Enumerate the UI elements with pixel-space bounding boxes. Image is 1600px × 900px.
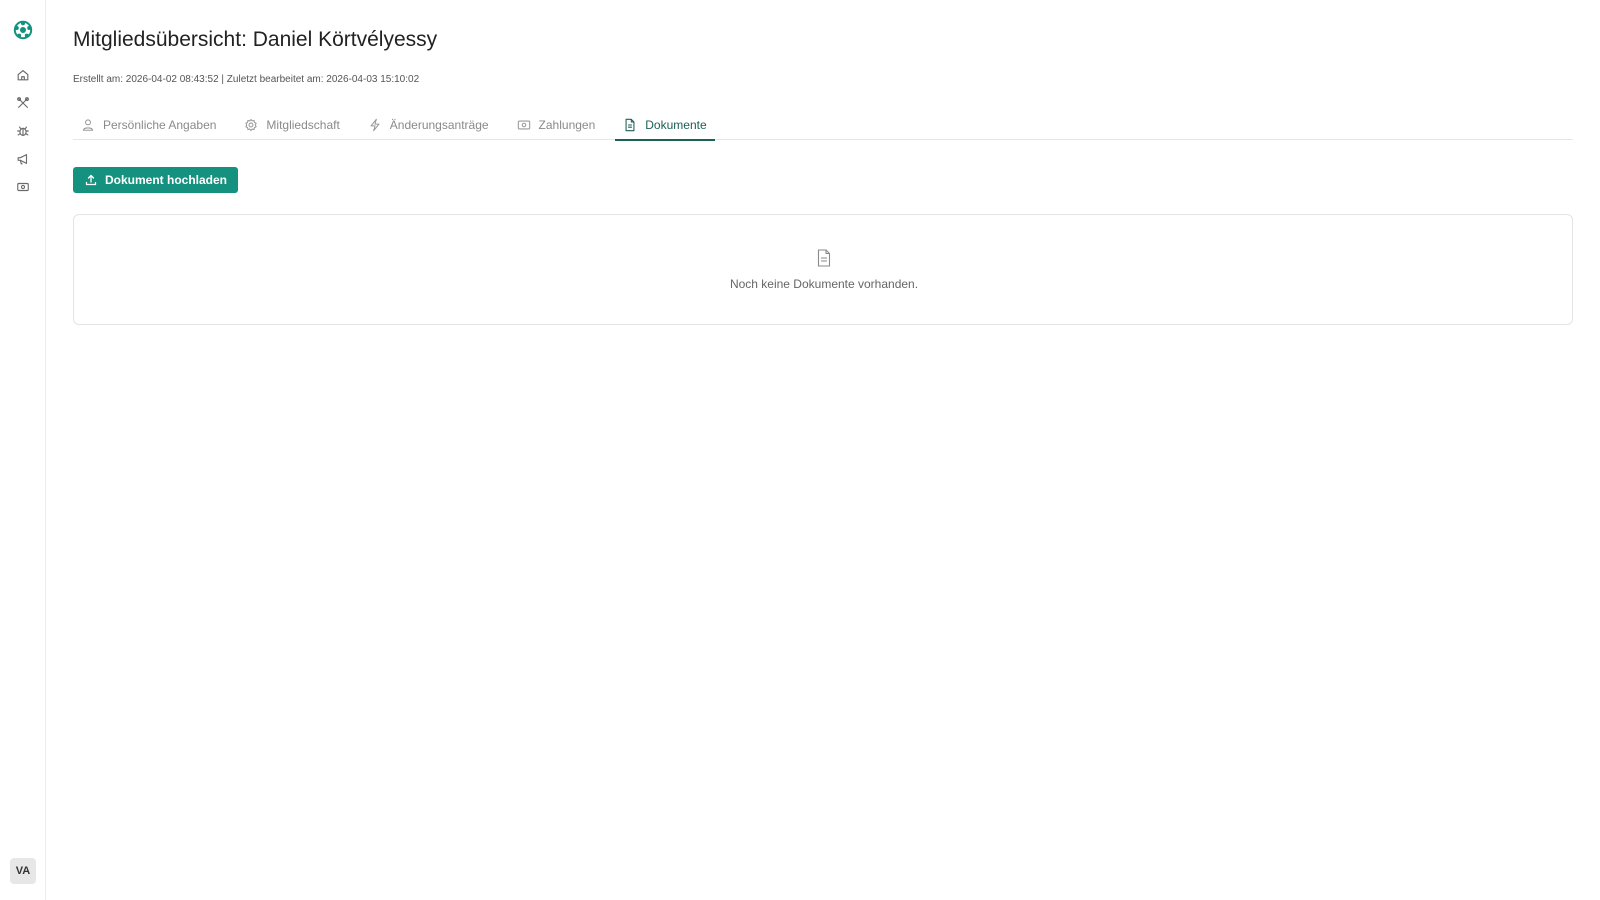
home-icon	[17, 70, 29, 81]
tab-payments[interactable]: Zahlungen	[509, 110, 604, 140]
document-icon	[817, 249, 831, 267]
page-title: Mitgliedsübersicht: Daniel Körtvélyessy	[73, 28, 438, 51]
user-avatar[interactable]: VA	[10, 858, 36, 884]
tab-bar: Persönliche Angaben Mitgliedschaft Änder…	[73, 110, 1573, 141]
tab-label: Änderungsanträge	[389, 118, 489, 132]
tab-documents[interactable]: Dokumente	[615, 110, 716, 141]
tools-icon	[17, 97, 29, 108]
money-icon	[17, 182, 29, 192]
sidebar-item-home[interactable]	[15, 67, 31, 83]
sidebar-item-tools[interactable]	[15, 95, 31, 111]
tab-label: Zahlungen	[538, 118, 596, 132]
tab-membership[interactable]: Mitgliedschaft	[236, 110, 347, 140]
record-meta: Erstellt am: 2026-04-02 08:43:52 | Zulet…	[73, 74, 420, 85]
upload-icon	[85, 174, 97, 186]
tab-label: Dokumente	[645, 118, 707, 132]
documents-empty-state: Noch keine Dokumente vorhanden.	[73, 214, 1573, 325]
gear-icon	[245, 118, 258, 132]
tab-label: Mitgliedschaft	[266, 118, 340, 132]
document-icon	[625, 118, 635, 132]
lightning-icon	[370, 118, 380, 132]
upload-document-label: Dokument hochladen	[105, 173, 228, 187]
upload-document-button[interactable]: Dokument hochladen	[73, 167, 239, 193]
app-logo-icon[interactable]	[13, 20, 33, 40]
megaphone-icon	[17, 154, 28, 165]
bug-icon	[17, 126, 29, 136]
sidebar-item-announcements[interactable]	[15, 151, 31, 167]
sidebar-item-payments[interactable]	[15, 179, 31, 195]
money-icon	[517, 120, 530, 130]
tab-personal-info[interactable]: Persönliche Angaben	[73, 110, 224, 140]
empty-state-message: Noch keine Dokumente vorhanden.	[729, 277, 919, 291]
sidebar-item-bug[interactable]	[15, 123, 31, 139]
tab-label: Persönliche Angaben	[103, 118, 217, 132]
sidebar: VA	[0, 0, 46, 900]
tab-change-requests[interactable]: Änderungsanträge	[360, 110, 497, 140]
user-icon	[82, 119, 94, 131]
